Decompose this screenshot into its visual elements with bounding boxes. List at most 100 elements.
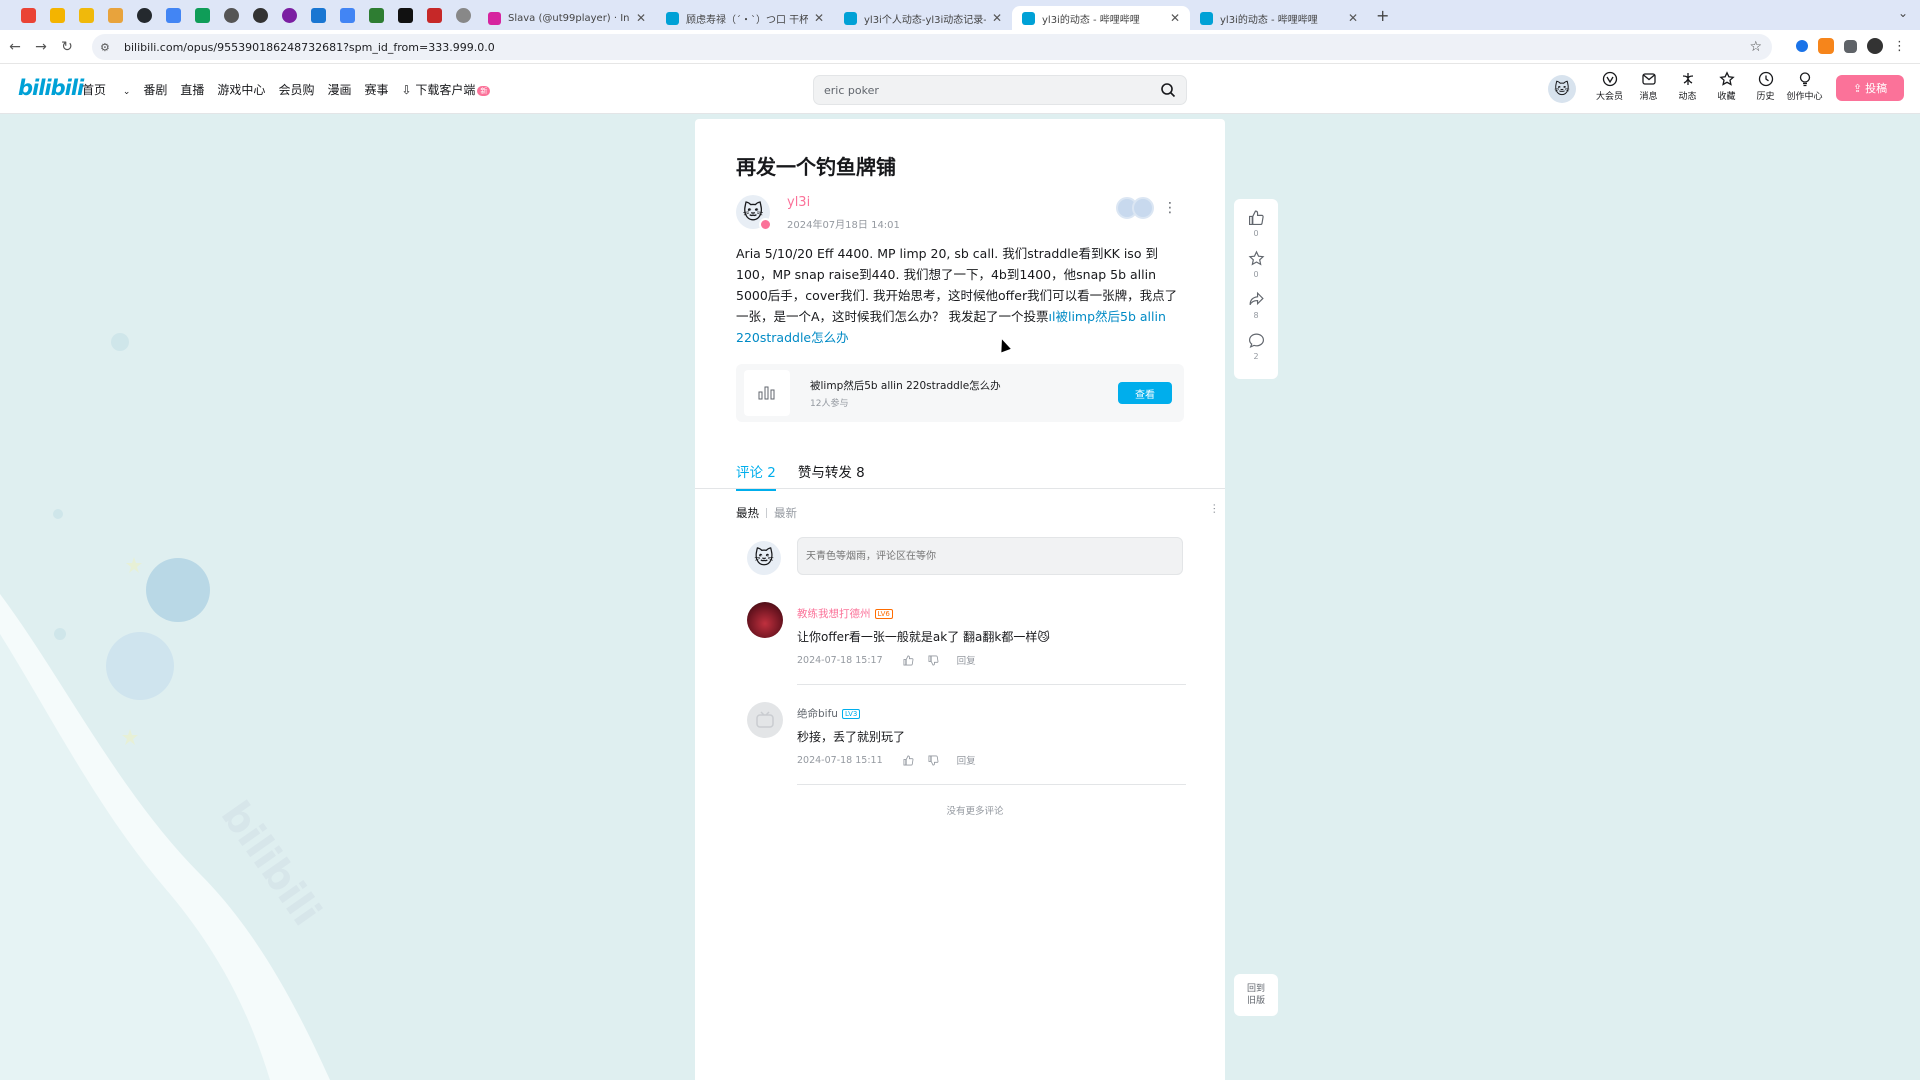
tab-instagram[interactable]: Slava (@ut99player) · Instagram ✕ <box>478 6 656 30</box>
bookmark-icon[interactable] <box>50 7 65 23</box>
like-button[interactable]: 0 <box>1248 209 1265 238</box>
new-badge: 新 <box>477 85 491 96</box>
nav-home[interactable]: 首页 ⌄ <box>82 81 130 98</box>
share-button[interactable]: 8 <box>1248 291 1265 320</box>
back-arrow-icon[interactable]: ← <box>4 39 26 55</box>
favorite-button[interactable]: 0 <box>1248 250 1265 279</box>
link-icon[interactable] <box>108 7 123 23</box>
comment-divider <box>797 784 1186 785</box>
author-name[interactable]: yl3i <box>787 195 810 210</box>
commenter-avatar[interactable] <box>747 602 783 638</box>
chevron-down-icon: ⌄ <box>122 87 131 97</box>
more-icon[interactable]: ⋯ <box>1208 503 1221 514</box>
tab-bilibili-active[interactable]: yl3i的动态 - 哔哩哔哩 ✕ <box>1012 6 1190 30</box>
thumb-down-icon[interactable] <box>928 655 939 666</box>
comment-divider <box>797 684 1186 685</box>
nav-esports[interactable]: 赛事 <box>364 81 388 98</box>
comment-button[interactable]: 2 <box>1248 332 1265 361</box>
thumb-down-icon[interactable] <box>928 755 939 766</box>
view-vote-button[interactable]: 查看 <box>1118 382 1172 404</box>
default-avatar-tv-icon <box>756 711 774 728</box>
back-to-old-version-button[interactable]: 回到 旧版 <box>1234 974 1278 1016</box>
tab-search-chevron-icon[interactable]: ⌄ <box>1898 6 1908 20</box>
reply-button[interactable]: 回复 <box>957 753 976 767</box>
thumb-up-icon[interactable] <box>903 755 914 766</box>
bilibili-icon <box>666 11 679 25</box>
bubble <box>111 333 129 351</box>
list-icon[interactable] <box>311 7 326 23</box>
bookmark-star-icon[interactable]: ☆ <box>1749 39 1762 55</box>
vote-participants: 12人参与 <box>810 399 849 409</box>
history-icon[interactable] <box>253 7 268 23</box>
tab-bilibili-2[interactable]: yl3i个人动态-yl3i动态记录-哔哩哔哩 ✕ <box>834 6 1012 30</box>
binance-icon[interactable] <box>79 7 94 23</box>
nav-manga[interactable]: 漫画 <box>327 81 351 98</box>
user-avatar[interactable]: 🐱 <box>1548 75 1576 103</box>
reply-button[interactable]: 回复 <box>957 653 976 667</box>
thumb-up-icon[interactable] <box>903 655 914 666</box>
grid-icon[interactable] <box>369 7 384 23</box>
sort-row: 最热 最新 <box>736 505 797 521</box>
puzzle-icon[interactable] <box>1844 39 1857 53</box>
header-vip[interactable]: 大会员 <box>1590 71 1629 102</box>
header-dynamics[interactable]: 动态 <box>1668 71 1707 102</box>
nav-mall[interactable]: 会员购 <box>278 81 314 98</box>
tab-comments[interactable]: 评论 2 <box>736 461 776 491</box>
close-icon[interactable]: ✕ <box>808 11 824 25</box>
close-icon[interactable]: ✕ <box>986 11 1002 25</box>
more-options-icon[interactable]: ⋮ <box>1163 201 1177 215</box>
tab-bilibili-1[interactable]: 顾虑寿禄（´・`）つ口 干杯~-bilibili ✕ <box>656 6 834 30</box>
nav-live[interactable]: 直播 <box>180 81 204 98</box>
author-avatar[interactable]: 🐱 <box>736 195 772 231</box>
mascot-character-2 <box>106 632 174 700</box>
header-history[interactable]: 历史 <box>1746 71 1785 102</box>
site-info-icon[interactable]: ⚙ <box>100 41 114 54</box>
nav-anime[interactable]: 番剧 <box>143 81 167 98</box>
bilibili-logo[interactable]: bilibili <box>18 76 84 100</box>
url-field[interactable]: ⚙ bilibili.com/opus/955390186248732681?s… <box>92 34 1772 60</box>
upload-button[interactable]: ⇪ 投稿 <box>1836 75 1904 101</box>
browser-menu-icon[interactable]: ⋮ <box>1893 39 1906 54</box>
close-icon[interactable]: ✕ <box>630 11 646 25</box>
gmail-icon[interactable] <box>21 7 36 23</box>
site-header: bilibili 首页 ⌄ 番剧 直播 游戏中心 会员购 漫画 赛事 ⇩ 下载客… <box>0 64 1920 114</box>
header-messages[interactable]: 消息 <box>1629 71 1668 102</box>
docs-icon-2[interactable] <box>340 7 355 23</box>
post-time: 2024年07月18日 14:01 <box>787 220 900 231</box>
new-tab-icon[interactable]: + <box>1376 6 1389 25</box>
sheets-icon[interactable] <box>195 7 210 23</box>
close-icon[interactable]: ✕ <box>1164 11 1180 25</box>
commenter-name[interactable]: 绝命bifu LV3 <box>797 706 861 721</box>
search-input[interactable]: eric poker <box>813 75 1187 105</box>
link-extension-icon[interactable] <box>1796 40 1808 52</box>
metamask-icon[interactable] <box>1818 38 1834 54</box>
reload-icon[interactable]: ↻ <box>56 39 78 55</box>
tab-bilibili-4[interactable]: yl3i的动态 - 哔哩哔哩 ✕ <box>1190 6 1368 30</box>
openai-icon[interactable] <box>224 7 239 23</box>
commenter-name[interactable]: 教练我想打德州 LV6 <box>797 606 893 621</box>
smile-icon[interactable] <box>456 7 471 23</box>
app-icon[interactable] <box>282 7 297 23</box>
vote-card[interactable]: 被limp然后5b allin 220straddle怎么办 12人参与 查看 <box>736 364 1184 422</box>
forward-arrow-icon[interactable]: → <box>30 39 52 55</box>
docs-icon[interactable] <box>166 7 181 23</box>
level-badge: LV3 <box>841 709 861 719</box>
address-bar: ← → ↻ ⚙ bilibili.com/opus/95539018624873… <box>0 30 1920 64</box>
red-app-icon[interactable] <box>427 7 442 23</box>
search-icon[interactable] <box>1160 82 1176 98</box>
sort-hot[interactable]: 最热 <box>736 505 759 521</box>
header-creator-center[interactable]: 创作中心 <box>1785 71 1824 102</box>
nav-game-center[interactable]: 游戏中心 <box>217 81 265 98</box>
vote-title: 被limp然后5b allin 220straddle怎么办 <box>810 380 1001 392</box>
post-card: 再发一个钓鱼牌铺 🐱 yl3i 2024年07月18日 14:01 ⋮ Aria… <box>695 119 1225 1080</box>
sort-new[interactable]: 最新 <box>774 505 797 521</box>
header-favorites[interactable]: 收藏 <box>1707 71 1746 102</box>
tab-likes-reposts[interactable]: 赞与转发 8 <box>798 461 865 491</box>
commenter-avatar[interactable] <box>747 702 783 738</box>
close-icon[interactable]: ✕ <box>1342 11 1358 25</box>
w-icon[interactable] <box>398 7 413 23</box>
profile-icon[interactable] <box>1867 38 1883 54</box>
nav-download-client[interactable]: ⇩ 下载客户端新 <box>401 81 503 98</box>
comment-input[interactable] <box>797 537 1183 575</box>
github-icon[interactable] <box>137 7 152 23</box>
